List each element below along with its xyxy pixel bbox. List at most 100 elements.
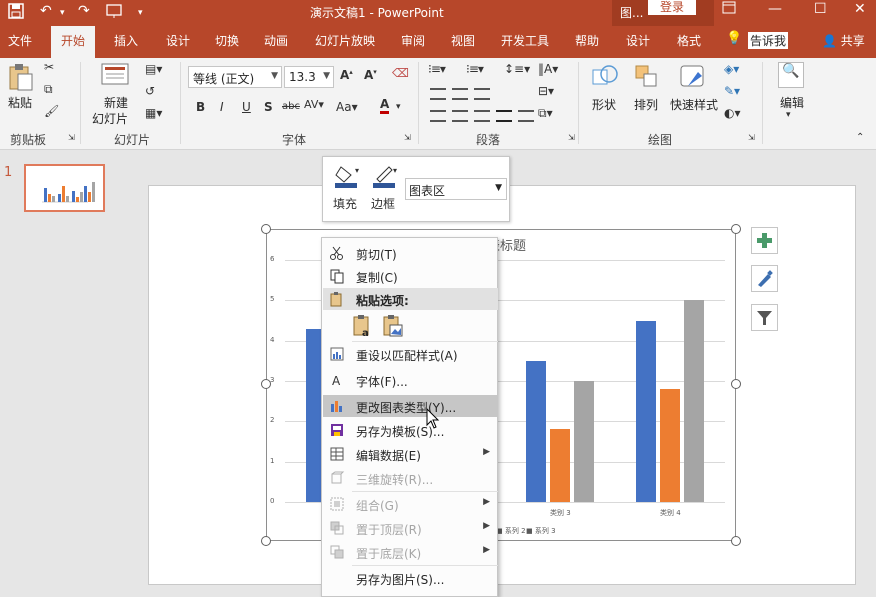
resize-handle-tl[interactable] [261,224,271,234]
tab-review[interactable]: 审阅 [401,32,425,49]
save-icon[interactable] [8,3,24,23]
bold-icon[interactable]: B [196,100,205,114]
section-icon[interactable]: ▦▾ [145,106,162,120]
chart-bar[interactable] [684,300,704,502]
copy-icon[interactable]: ⧉ [44,82,53,97]
line-spacing-icon[interactable]: ↕≡▾ [504,62,530,76]
tab-transitions[interactable]: 切换 [215,32,239,49]
quick-styles-icon[interactable] [678,62,708,95]
strikethrough-icon[interactable]: abc [282,101,300,112]
outline-pen-icon[interactable]: ▾ [371,163,399,192]
paste-icon[interactable] [8,62,34,95]
resize-handle-bl[interactable] [261,536,271,546]
change-case-icon[interactable]: Aa▾ [336,100,358,114]
tab-help[interactable]: 帮助 [575,32,599,49]
fill-bucket-icon[interactable]: ▾ [333,163,361,192]
arrange-label[interactable]: 排列 [634,96,658,113]
align-text-icon[interactable]: ⊟▾ [538,84,554,98]
drawing-launcher-icon[interactable]: ⇲ [748,133,755,142]
chart-bar[interactable] [550,429,570,502]
tab-view[interactable]: 视图 [451,32,475,49]
shapes-icon[interactable] [590,62,620,95]
fill-label[interactable]: 填充 [333,195,357,212]
new-slide-label-2[interactable]: 幻灯片 [92,110,128,127]
paragraph-launcher-icon[interactable]: ⇲ [568,133,575,142]
paste-keep-text-icon[interactable]: a [352,314,374,341]
underline-icon[interactable]: U [242,100,251,114]
tab-design[interactable]: 设计 [166,32,190,49]
tab-animations[interactable]: 动画 [264,32,288,49]
tab-chart-format[interactable]: 格式 [677,32,701,49]
chart-bar[interactable] [636,320,656,502]
undo-icon[interactable]: ↶ [40,3,52,19]
decrease-indent-icon[interactable] [430,88,446,100]
format-painter-icon[interactable]: 🖌 [44,104,59,118]
menu-item-change-chart-type[interactable]: 更改图表类型(Y)... [323,395,498,417]
align-center-icon[interactable] [452,110,468,122]
increase-indent-icon[interactable] [452,88,468,100]
shape-outline-icon[interactable]: ✎▾ [724,84,740,98]
arrange-icon[interactable] [632,62,662,95]
numbering-icon[interactable]: ⁝≡▾ [466,62,484,76]
menu-item-font[interactable]: A 字体(F)... [323,369,498,391]
login-button[interactable]: 登录 [648,0,696,15]
font-size-select[interactable]: 13.3 ▼ [284,66,334,88]
shapes-label[interactable]: 形状 [592,96,616,113]
border-label[interactable]: 边框 [371,195,395,212]
resize-handle-mr[interactable] [731,379,741,389]
smartart-icon[interactable]: ⧉▾ [538,106,553,121]
clear-format-icon[interactable]: ⌫ [392,66,409,80]
align-right-icon[interactable] [474,110,490,122]
shape-fill-icon[interactable]: ◈▾ [724,62,739,76]
increase-font-icon[interactable]: A▴ [340,68,353,82]
text-direction-icon[interactable]: ‖A▾ [538,62,558,76]
align-left-icon[interactable] [430,110,446,122]
present-from-start-icon[interactable] [106,3,124,23]
decrease-font-icon[interactable]: A▾ [364,68,377,82]
font-launcher-icon[interactable]: ⇲ [404,133,411,142]
tab-slideshow[interactable]: 幻灯片放映 [315,32,375,49]
chart-bar[interactable] [574,381,594,502]
menu-item-edit-data[interactable]: 编辑数据(E) ▶ [323,443,498,465]
close-icon[interactable]: ✕ [854,1,866,17]
paste-label[interactable]: 粘贴 [8,94,32,111]
tab-home[interactable]: 开始 [51,26,96,58]
customize-qat-icon[interactable]: ▾ [138,8,143,18]
resize-handle-br[interactable] [731,536,741,546]
menu-item-cut[interactable]: 剪切(T) [323,242,498,264]
shape-effects-icon[interactable]: ◐▾ [724,106,741,120]
distributed-icon[interactable] [518,110,534,122]
cut-icon[interactable]: ✂ [44,60,54,74]
resize-handle-tr[interactable] [731,224,741,234]
tell-me-input[interactable]: 告诉我 [748,32,789,49]
italic-icon[interactable]: I [220,100,224,114]
redo-icon[interactable]: ↷ [78,3,90,19]
menu-item-reset-style[interactable]: 重设以匹配样式(A) [323,343,498,365]
editing-label[interactable]: 编辑 [780,94,804,111]
chart-styles-button[interactable] [751,265,778,292]
chart-element-select[interactable]: 图表区 ▼ [405,178,507,200]
tab-chart-design[interactable]: 设计 [626,32,650,49]
menu-item-save-as-template[interactable]: 另存为模板(S)... [323,419,498,441]
chart-bar[interactable] [526,360,546,502]
font-color-icon[interactable]: A [380,98,390,114]
slide-thumbnail[interactable] [24,164,105,212]
font-family-select[interactable]: 等线 (正文) ▼ [188,66,282,88]
justify-icon[interactable] [496,110,512,122]
chart-elements-button[interactable] [751,227,778,254]
undo-dropdown-icon[interactable]: ▾ [60,8,65,18]
tab-file[interactable]: 文件 [8,32,32,49]
resize-handle-ml[interactable] [261,379,271,389]
shadow-icon[interactable]: S [264,100,273,114]
ribbon-display-options-icon[interactable] [722,1,736,19]
reset-icon[interactable]: ↺ [145,84,155,98]
minimize-icon[interactable]: — [768,1,782,17]
clipboard-launcher-icon[interactable]: ⇲ [68,133,75,142]
font-color-dropdown-icon[interactable]: ▾ [396,102,401,112]
share-button[interactable]: 👤 共享 [822,32,865,49]
tab-developer[interactable]: 开发工具 [501,32,549,49]
layout-icon[interactable]: ▤▾ [145,62,162,76]
maximize-icon[interactable]: ☐ [814,1,827,17]
paste-as-picture-icon[interactable] [382,314,404,341]
menu-item-save-as-picture[interactable]: 另存为图片(S)... [323,567,498,589]
